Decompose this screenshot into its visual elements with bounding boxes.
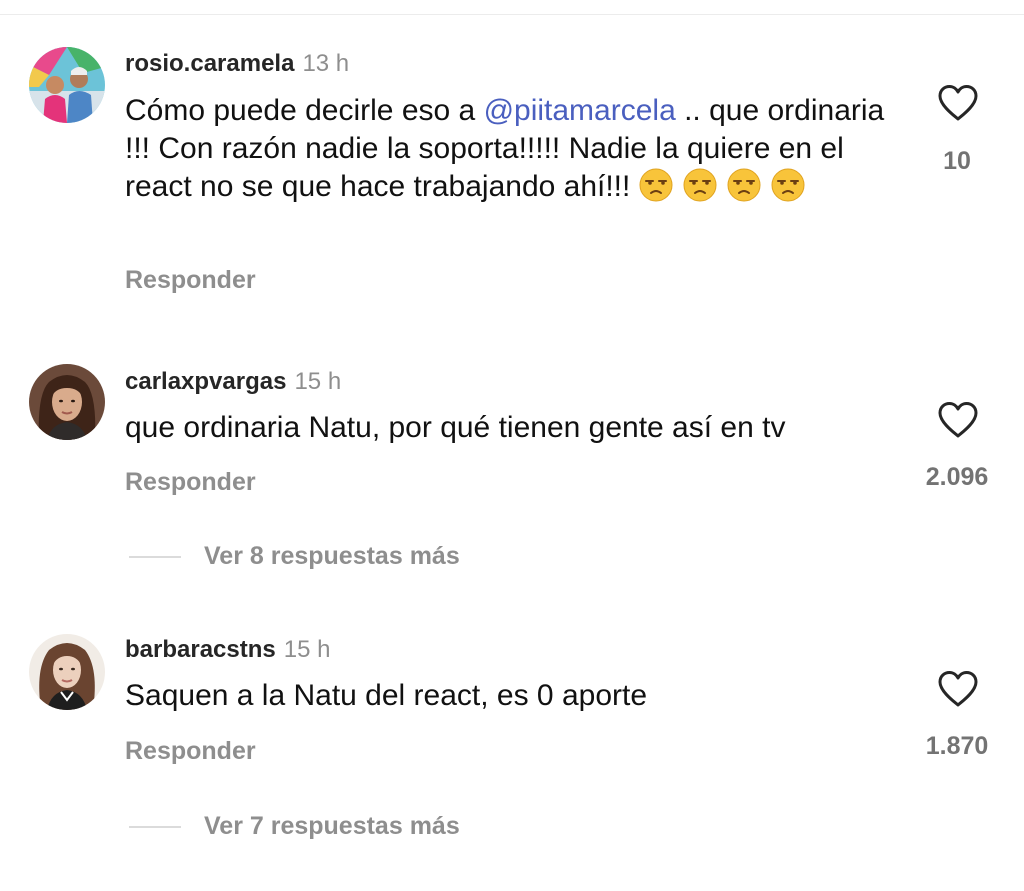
like-count: 2.096 xyxy=(925,463,989,491)
unamused-face-icon xyxy=(639,168,673,202)
reply-button[interactable]: Responder xyxy=(125,736,256,766)
like-count: 10 xyxy=(943,147,971,175)
top-divider xyxy=(0,14,1024,15)
reply-button[interactable]: Responder xyxy=(125,265,256,295)
heart-outline-icon[interactable] xyxy=(937,670,979,708)
view-replies-label[interactable]: Ver 8 respuestas más xyxy=(204,541,460,571)
heart-outline-icon[interactable] xyxy=(937,84,979,122)
comment-meta: barbaracstns 15 h xyxy=(125,636,330,664)
username[interactable]: barbaracstns xyxy=(125,636,276,663)
username[interactable]: rosio.caramela xyxy=(125,50,294,77)
timestamp: 13 h xyxy=(302,50,350,77)
reply-button[interactable]: Responder xyxy=(125,467,256,497)
comment-meta: rosio.caramela 13 h xyxy=(125,50,349,78)
avatar[interactable] xyxy=(29,364,105,440)
like-count: 1.870 xyxy=(925,732,989,760)
view-replies-label[interactable]: Ver 7 respuestas más xyxy=(204,811,460,841)
comment-text: Saquen a la Natu del react, es 0 aporte xyxy=(125,679,648,712)
heart-outline-icon[interactable] xyxy=(937,401,979,439)
unamused-face-icon xyxy=(683,168,717,202)
comment-text: que ordinaria Natu, por qué tienen gente… xyxy=(125,411,786,444)
avatar[interactable] xyxy=(29,634,105,710)
timestamp: 15 h xyxy=(294,368,342,395)
unamused-face-icon xyxy=(771,168,805,202)
timestamp: 15 h xyxy=(283,636,331,663)
replies-divider xyxy=(129,826,181,828)
comment-meta: carlaxpvargas 15 h xyxy=(125,368,341,396)
avatar[interactable] xyxy=(29,47,105,123)
username[interactable]: carlaxpvargas xyxy=(125,368,286,395)
comment-text-part: Cómo puede decirle eso a xyxy=(125,94,484,127)
mention-link[interactable]: @piitamarcela xyxy=(484,94,676,127)
replies-divider xyxy=(129,556,181,558)
unamused-face-icon xyxy=(727,168,761,202)
comment-text: Cómo puede decirle eso a @piitamarcela .… xyxy=(125,92,905,206)
